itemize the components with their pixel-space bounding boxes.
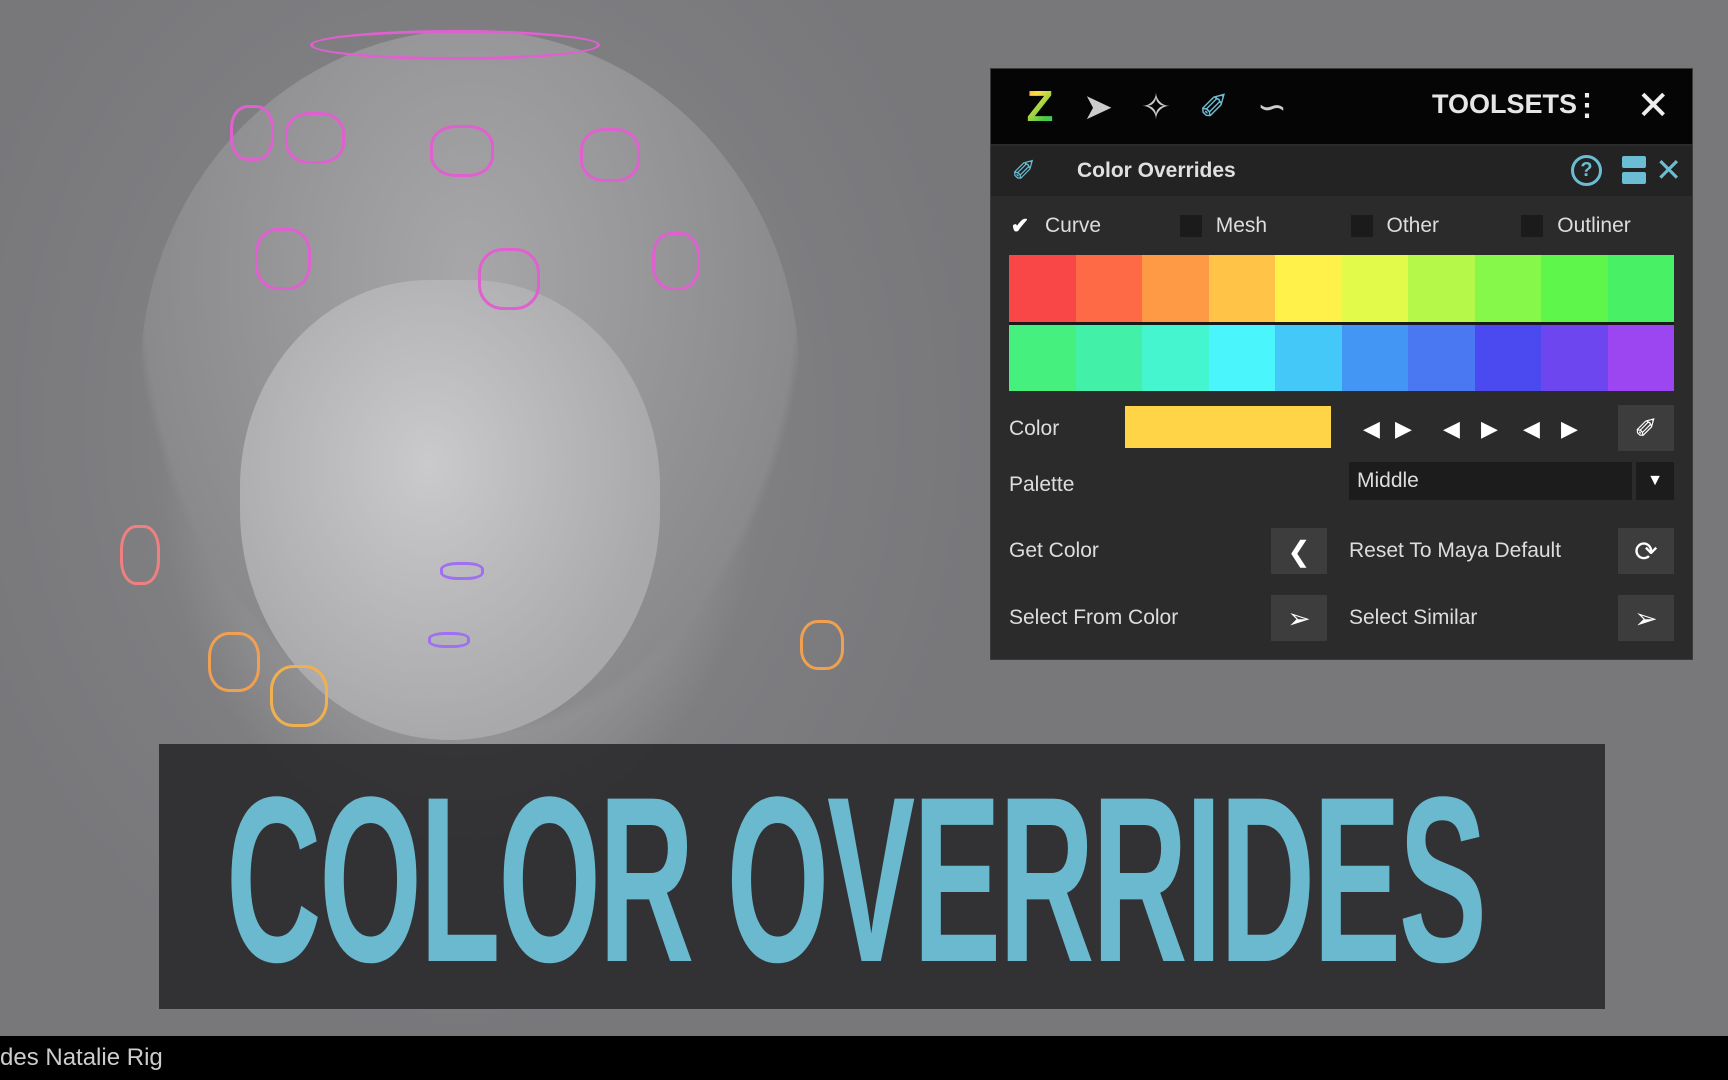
rig-control-curve[interactable] <box>800 620 844 670</box>
arrow-right-icon[interactable]: ▶ <box>1481 416 1498 442</box>
checkbox-box[interactable] <box>1179 215 1202 237</box>
close-icon[interactable]: ✕ <box>1655 151 1682 189</box>
color-palette <box>1009 255 1674 391</box>
reset-row: Reset To Maya Default <box>1349 528 1589 574</box>
star-icon[interactable]: ✧ <box>1127 84 1185 130</box>
rig-control-curve[interactable] <box>285 112 345 164</box>
kebab-menu-icon[interactable]: ⋮ <box>1572 87 1602 125</box>
current-color-swatch[interactable] <box>1125 406 1331 448</box>
paint-brush-icon: ✐ <box>1011 154 1037 188</box>
palette-swatch[interactable] <box>1607 255 1674 322</box>
checkbox-label: Other <box>1386 214 1440 237</box>
arrow-left-icon[interactable]: ◀ <box>1363 416 1380 442</box>
checkbox-other[interactable]: Other <box>1350 214 1522 238</box>
checkbox-curve[interactable]: ✔ Curve <box>1009 214 1180 238</box>
checkbox-label: Mesh <box>1215 214 1268 237</box>
checkbox-label: Outliner <box>1557 214 1631 237</box>
toolsets-title: TOOLSETS <box>1431 89 1577 119</box>
palette-swatch[interactable] <box>1474 324 1541 391</box>
help-icon[interactable]: ? <box>1571 155 1602 186</box>
select-similar-label: Select Similar <box>1349 606 1478 629</box>
palette-swatch[interactable] <box>1208 324 1275 391</box>
get-color-label: Get Color <box>1009 539 1099 562</box>
palette-swatch[interactable] <box>1408 324 1475 391</box>
reset-label: Reset To Maya Default <box>1349 539 1562 562</box>
arrow-right-icon[interactable]: ▶ <box>1395 416 1412 442</box>
rig-control-curve[interactable] <box>310 30 600 60</box>
palette-swatch[interactable] <box>1208 255 1275 322</box>
menu-icon[interactable] <box>1622 156 1646 184</box>
palette-swatch[interactable] <box>1275 255 1342 322</box>
filter-checkboxes: ✔ Curve Mesh Other Outliner <box>991 196 1692 256</box>
rig-control-curve[interactable] <box>208 632 260 692</box>
palette-swatch[interactable] <box>1541 324 1608 391</box>
zoo-logo-icon[interactable]: Z <box>1011 82 1069 131</box>
palette-label: Palette <box>1009 473 1075 496</box>
arrow-left-icon[interactable]: ◀ <box>1443 416 1460 442</box>
select-similar-button[interactable]: ➢ <box>1618 595 1674 641</box>
rig-control-curve[interactable] <box>270 665 328 727</box>
rig-control-curve[interactable] <box>478 248 540 310</box>
checkbox-mesh[interactable]: Mesh <box>1179 214 1351 238</box>
select-from-color-row: Select From Color <box>1009 595 1269 641</box>
banner-title: COLOR OVERRIDES <box>226 748 1487 1009</box>
rig-control-curve[interactable] <box>255 228 311 290</box>
palette-swatch[interactable] <box>1341 255 1408 322</box>
select-from-color-label: Select From Color <box>1009 606 1179 629</box>
reset-icon: ⟳ <box>1634 535 1658 567</box>
rig-control-curve[interactable] <box>440 562 484 580</box>
palette-swatch[interactable] <box>1341 324 1408 391</box>
rig-control-curve[interactable] <box>230 105 274 161</box>
paint-brush-icon[interactable]: ✐ <box>1185 84 1243 130</box>
arrow-left-icon[interactable]: ◀ <box>1523 416 1540 442</box>
palette-dropdown[interactable]: Middle <box>1349 462 1632 500</box>
reset-button[interactable]: ⟳ <box>1618 528 1674 574</box>
chevron-down-icon[interactable]: ▼ <box>1636 462 1674 500</box>
checkbox-label: Curve <box>1045 214 1102 237</box>
select-similar-row: Select Similar <box>1349 595 1589 641</box>
checkmark-icon[interactable]: ✔ <box>1009 215 1031 237</box>
palette-swatch[interactable] <box>1009 324 1076 391</box>
palette-swatch[interactable] <box>1474 255 1541 322</box>
chevron-left-icon: ❮ <box>1287 535 1311 567</box>
checkbox-box[interactable] <box>1350 215 1373 237</box>
palette-swatch[interactable] <box>1607 324 1674 391</box>
palette-swatch[interactable] <box>1275 324 1342 391</box>
close-icon[interactable]: ✕ <box>1636 83 1670 129</box>
rig-control-curve[interactable] <box>430 125 494 177</box>
checkbox-outliner[interactable]: Outliner <box>1521 214 1692 238</box>
color-label: Color <box>1009 417 1060 440</box>
palette-swatch[interactable] <box>1541 255 1608 322</box>
toolsets-toolbar: Z ➤ ✧ ✐ ∽ TOOLSETS ⋮ ✕ <box>991 69 1692 144</box>
palette-swatch[interactable] <box>1075 324 1142 391</box>
video-caption: des Natalie Rig <box>0 1044 163 1071</box>
get-color-row: Get Color <box>1009 528 1269 574</box>
rig-control-curve[interactable] <box>120 525 160 585</box>
rig-control-curve[interactable] <box>580 128 640 182</box>
checkbox-box[interactable] <box>1521 215 1544 237</box>
cursor-icon: ➢ <box>1287 602 1311 634</box>
panel-title: Color Overrides <box>1077 159 1236 182</box>
palette-swatch[interactable] <box>1009 255 1076 322</box>
rig-control-curve[interactable] <box>428 632 470 648</box>
palette-value: Middle <box>1357 469 1419 492</box>
rig-control-curve[interactable] <box>652 232 700 290</box>
video-caption-bar: des Natalie Rig <box>0 1036 1728 1080</box>
arrow-right-icon[interactable]: ▶ <box>1561 416 1578 442</box>
palette-swatch[interactable] <box>1075 255 1142 322</box>
apply-color-button[interactable]: ✐ <box>1618 405 1674 451</box>
paint-brush-icon: ✐ <box>1634 412 1658 444</box>
curve-icon[interactable]: ∽ <box>1243 84 1301 130</box>
cursor-icon: ➢ <box>1634 602 1658 634</box>
title-banner: COLOR OVERRIDES <box>159 744 1605 1009</box>
get-color-button[interactable]: ❮ <box>1271 528 1327 574</box>
select-from-color-button[interactable]: ➢ <box>1271 595 1327 641</box>
palette-swatch[interactable] <box>1142 324 1209 391</box>
toolsets-panel: Z ➤ ✧ ✐ ∽ TOOLSETS ⋮ ✕ ✐ Color Overrides… <box>990 68 1693 660</box>
rocket-icon[interactable]: ➤ <box>1069 84 1127 130</box>
palette-swatch[interactable] <box>1142 255 1209 322</box>
palette-swatch[interactable] <box>1408 255 1475 322</box>
color-overrides-header[interactable]: ✐ Color Overrides ? ✕ <box>991 146 1692 196</box>
